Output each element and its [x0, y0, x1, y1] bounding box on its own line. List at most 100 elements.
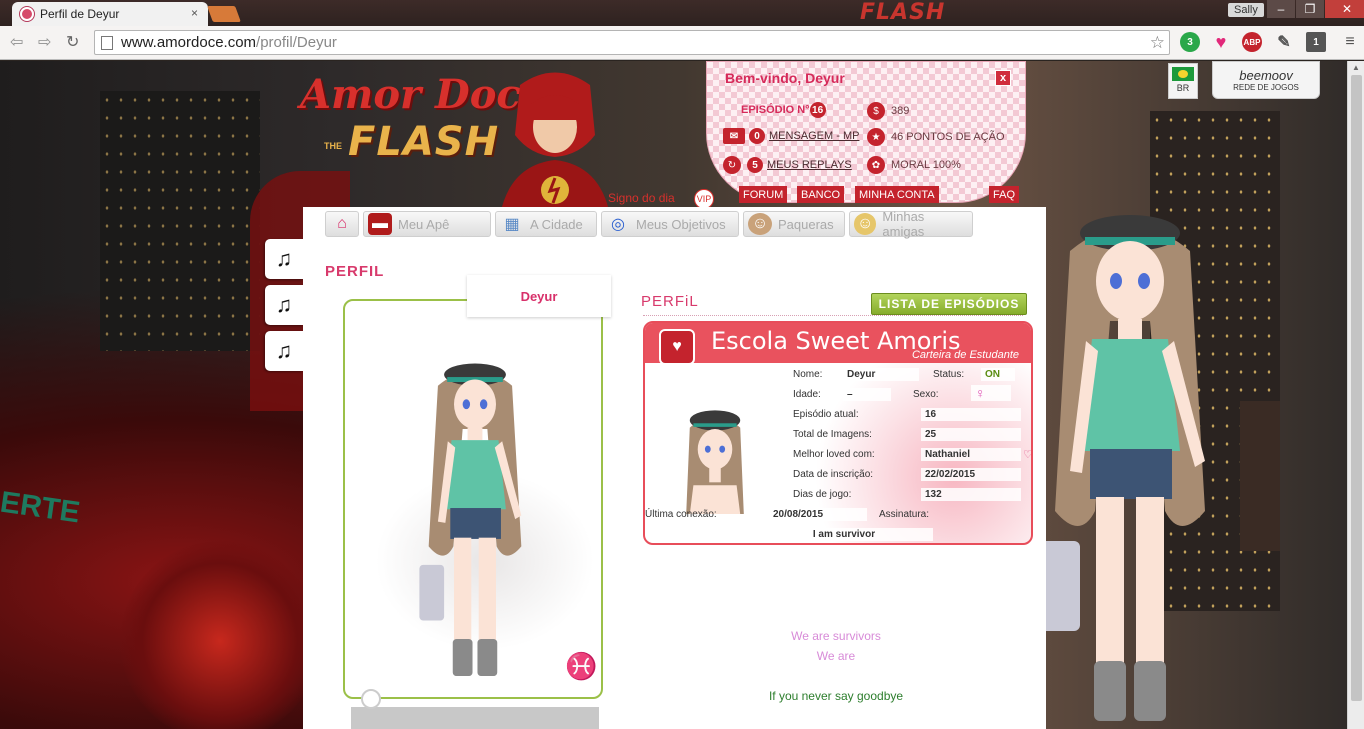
profile-user-chip[interactable]: Sally	[1228, 3, 1264, 17]
extension-green-icon[interactable]: 3	[1180, 32, 1200, 52]
pen-extension-icon[interactable]: ✎	[1274, 32, 1294, 52]
messages-count-badge: 0	[749, 128, 765, 144]
status-value: ON	[981, 368, 1015, 381]
nav-label: Meu Apê	[398, 216, 450, 232]
welcome-close-button[interactable]: x	[995, 70, 1011, 86]
target-icon: ◎	[611, 216, 625, 233]
beemoov-subtitle: REDE DE JOGOS	[1233, 83, 1299, 92]
daily-sign-label[interactable]: Signo do dia	[608, 191, 675, 205]
signature-label: Assinatura:	[879, 509, 930, 520]
forum-button[interactable]: FORUM	[739, 186, 788, 203]
student-card: ♥ Escola Sweet Amoris Carteira de Estuda…	[643, 321, 1033, 545]
replays-count-badge: 5	[747, 157, 763, 173]
browser-tab-bar: Perfil de Deyur × FLASH Sally – ❐ ✕	[0, 0, 1364, 26]
moral-icon: ✿	[867, 156, 885, 174]
signup-value: 22/02/2015	[921, 468, 1021, 481]
welcome-title: Bem-vindo, Deyur	[725, 70, 845, 86]
card-header: ♥ Escola Sweet Amoris Carteira de Estuda…	[645, 323, 1031, 365]
character-avatar	[419, 363, 522, 677]
section-divider	[643, 315, 1023, 316]
episode-label: EPISÓDIO N°	[741, 104, 810, 116]
girl-face-icon: ☺	[854, 213, 877, 235]
vip-icon[interactable]: VIP	[694, 189, 714, 209]
bookmark-star-icon[interactable]: ☆	[1150, 33, 1165, 53]
extension-badge: 3	[1187, 36, 1193, 48]
music-button[interactable]: ♫	[265, 285, 303, 325]
heart-icon: ♡	[1023, 449, 1033, 461]
avatar-thumbnail-strip	[351, 707, 599, 729]
address-bar[interactable]: www.amordoce.com/profil/Deyur ☆	[94, 30, 1170, 55]
nav-meus-objetivos[interactable]: ◎ Meus Objetivos	[601, 211, 739, 237]
nav-meu-ape[interactable]: ▬ Meu Apê	[363, 211, 491, 237]
city-icon: ▦	[504, 216, 520, 233]
days-label: Dias de jogo:	[793, 489, 852, 500]
scrollbar-thumb[interactable]	[1351, 75, 1362, 701]
menu-icon[interactable]: ≡	[1340, 32, 1360, 52]
star-icon: ★	[867, 128, 885, 146]
avatar-name-tab: Deyur	[467, 275, 611, 317]
sofa-icon: ▬	[368, 213, 392, 235]
avatar-slider-handle[interactable]	[361, 689, 381, 709]
maximize-icon[interactable]: ❐	[1296, 0, 1324, 18]
background-sign: ERTE	[0, 485, 82, 530]
adblock-icon[interactable]: ABP	[1242, 32, 1262, 52]
replays-label: MEUS REPLAYS	[767, 159, 852, 171]
main-content-panel: ⌂ ▬ Meu Apê ▦ A Cidade ◎ Meus Objetivos ☺ Pa…	[303, 207, 1046, 729]
music-button[interactable]: ♫	[265, 331, 303, 371]
my-account-button[interactable]: MINHA CONTA	[855, 186, 939, 203]
episode-indicator[interactable]: EPISÓDIO N° 16	[741, 102, 830, 118]
url-path: /profil/Deyur	[256, 34, 337, 51]
logo-flash: FLASH	[348, 119, 500, 165]
replays-link[interactable]: ↻ 5 MEUS REPLAYS	[723, 156, 852, 174]
moral-value: MORAL 100%	[891, 159, 961, 171]
minimize-icon[interactable]: –	[1267, 0, 1295, 18]
money-value: 389	[891, 105, 910, 117]
heart-extension-icon[interactable]: ♥	[1211, 32, 1231, 52]
page-scrollbar[interactable]: ▲	[1347, 61, 1364, 729]
replay-icon: ↻	[723, 156, 741, 174]
sex-label: Sexo:	[913, 389, 939, 400]
music-button[interactable]: ♫	[265, 239, 303, 279]
nav-home[interactable]: ⌂	[325, 211, 359, 237]
nav-a-cidade[interactable]: ▦ A Cidade	[495, 211, 597, 237]
name-label: Nome:	[793, 369, 823, 380]
card-subtitle: Carteira de Estudante	[911, 349, 1019, 361]
main-nav: ⌂ ▬ Meu Apê ▦ A Cidade ◎ Meus Objetivos ☺ Pa…	[325, 209, 973, 241]
motto-value: I am survivor	[755, 528, 933, 541]
messages-link[interactable]: ✉ 0 MENSAGEM - MP	[723, 128, 859, 144]
last-login-label: Última conexão:	[645, 509, 717, 520]
moral-indicator: ✿ MORAL 100%	[867, 156, 961, 174]
character-avatar-large	[1040, 215, 1205, 721]
reload-icon[interactable]: ↻	[66, 32, 79, 52]
forward-icon[interactable]: ⇨	[38, 32, 51, 52]
back-icon[interactable]: ⇦	[10, 32, 23, 52]
scroll-up-icon[interactable]: ▲	[1352, 63, 1360, 72]
loved-label: Melhor loved com:	[793, 449, 875, 460]
episode-list-button[interactable]: LISTA DE EPISÓDIOS	[871, 293, 1027, 315]
nav-minhas-amigas[interactable]: ☺ Minhas amigas	[849, 209, 973, 239]
female-icon: ♀	[971, 385, 1011, 401]
dollar-extension-icon[interactable]: 1	[1306, 32, 1326, 52]
nav-label: Paqueras	[778, 216, 834, 232]
tab-close-icon[interactable]: ×	[191, 6, 198, 20]
new-tab-button[interactable]	[207, 6, 241, 22]
parking-sign	[1240, 401, 1280, 551]
beemoov-network-link[interactable]: beemoov REDE DE JOGOS	[1212, 61, 1320, 99]
episode-number-badge: 16	[809, 102, 826, 118]
images-label: Total de Imagens:	[793, 429, 872, 440]
bank-button[interactable]: BANCO	[797, 186, 845, 203]
loved-row: Melhor loved com: Nathaniel ♡	[793, 448, 1033, 461]
site-favicon-icon	[20, 7, 34, 21]
signup-label: Data de inscrição:	[793, 469, 874, 480]
extension-badge: 1	[1313, 36, 1319, 48]
nav-label: Meus Objetivos	[636, 216, 726, 232]
money-icon: $	[867, 102, 885, 120]
window-close-icon[interactable]: ✕	[1325, 0, 1364, 18]
faq-button[interactable]: FAQ	[989, 186, 1020, 203]
browser-tab[interactable]: Perfil de Deyur ×	[12, 2, 208, 26]
name-value: Deyur	[843, 368, 919, 381]
language-selector[interactable]: BR	[1168, 63, 1198, 99]
nav-paqueras[interactable]: ☺ Paqueras	[743, 211, 845, 237]
avatar-frame: ♓	[343, 299, 603, 699]
profile-section-title: PERFiL	[641, 293, 699, 310]
